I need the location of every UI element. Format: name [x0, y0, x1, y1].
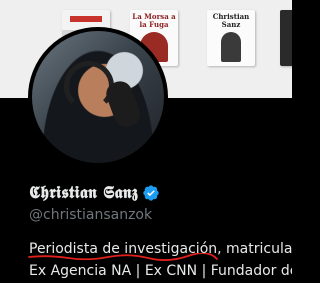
banner-book-3: Christian Sanz	[207, 10, 255, 66]
profile-name-row: 𝕮𝖍𝖗𝖎𝖘𝖙𝖎𝖆𝖓 𝕾𝖆𝖓𝖟	[29, 181, 160, 205]
red-underline-annotation	[28, 253, 218, 261]
profile-handle: @christiansanzok	[29, 207, 153, 223]
display-name: 𝕮𝖍𝖗𝖎𝖘𝖙𝖎𝖆𝖓 𝕾𝖆𝖓𝖟	[29, 183, 139, 203]
banner-book-title: Christian Sanz	[212, 12, 250, 29]
profile-avatar[interactable]	[28, 27, 168, 167]
banner-book-4	[280, 10, 292, 66]
verified-badge-icon[interactable]	[142, 184, 160, 202]
avatar-headphone-shape	[64, 61, 114, 111]
bio-line-2: Ex Agencia NA | Ex CNN | Fundador de	[29, 263, 292, 279]
banner-book-title: La Morsa a la Fuga	[132, 12, 176, 29]
avatar-microphone-shape	[102, 77, 144, 131]
bio-line-1-rest: , matriculad	[217, 241, 292, 257]
